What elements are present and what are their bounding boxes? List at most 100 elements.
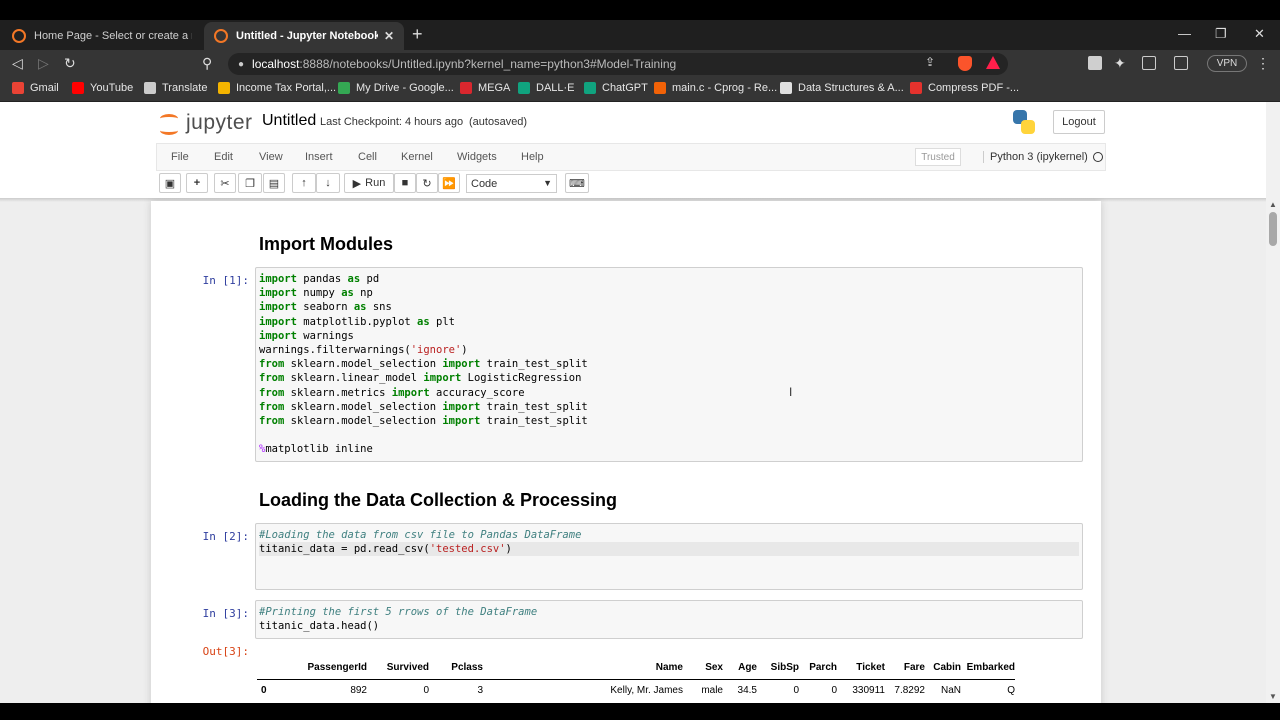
logout-button[interactable]: Logout [1053,110,1105,134]
scroll-up-icon[interactable]: ▲ [1269,200,1277,209]
table-header: Age [723,657,757,680]
jupyter-favicon-icon [214,29,228,43]
bookmark-icon[interactable]: ⚲ [202,55,212,72]
menu-insert[interactable]: Insert [305,151,333,163]
menu-file[interactable]: File [171,151,189,163]
code-cell-3[interactable]: #Printing the first 5 rrows of the DataF… [255,600,1083,639]
bookmark-item[interactable]: ChatGPT [584,82,648,94]
table-header: Ticket [837,657,885,680]
reload-icon[interactable]: ↻ [64,55,76,72]
code-line: titanic_data = pd.read_csv('tested.csv') [259,542,1079,557]
bookmark-item[interactable]: main.c - Cprog - Re... [654,82,777,94]
table-cell: 0 [423,684,429,696]
scroll-down-icon[interactable]: ▼ [1269,692,1277,701]
close-window-icon[interactable]: ✕ [1254,26,1265,42]
bookmark-item[interactable]: My Drive - Google... [338,82,454,94]
notebook-name[interactable]: Untitled [262,112,316,130]
extension-icon[interactable] [1088,56,1102,70]
run-button[interactable]: ▶ Run [344,173,394,193]
paste-button[interactable]: ▤ [263,173,285,193]
save-button[interactable]: ▣ [159,173,181,193]
bookmark-item[interactable]: Data Structures & A... [780,82,904,94]
bookmark-item[interactable]: MEGA [460,82,510,94]
tab-home-page[interactable]: Home Page - Select or create a notebo [2,22,202,50]
scrollbar-thumb[interactable] [1269,212,1277,246]
tab-untitled-notebook[interactable]: Untitled - Jupyter Notebook ✕ [204,22,404,50]
code-line: from sklearn.metrics import accuracy_sco… [259,386,525,399]
bookmark-favicon-icon [584,82,596,94]
vpn-button[interactable]: VPN [1207,55,1247,72]
menu-kernel[interactable]: Kernel [401,151,433,163]
code-line: #Printing the first 5 rrows of the DataF… [259,606,538,618]
trusted-badge[interactable]: Trusted [915,148,961,166]
table-header: Pclass [429,657,483,680]
cut-button[interactable]: ✂ [214,173,236,193]
menu-help[interactable]: Help [521,151,544,163]
extensions-puzzle-icon[interactable]: ✦ [1114,55,1126,72]
notebook-scrollbar[interactable]: ▲ ▼ [1266,198,1280,703]
menu-widgets[interactable]: Widgets [457,151,497,163]
cell-type-value: Code [471,177,498,190]
table-cell: Kelly, Mr. James [610,684,683,696]
cell-type-select[interactable]: Code ▼ [466,174,557,193]
bookmark-item[interactable]: Compress PDF -... [910,82,1019,94]
bookmark-favicon-icon [338,82,350,94]
restart-kernel-button[interactable]: ↻ [416,173,438,193]
share-icon[interactable]: ⇪ [925,55,935,69]
menu-cell[interactable]: Cell [358,151,377,163]
interrupt-kernel-button[interactable]: ■ [394,173,416,193]
jupyter-logo[interactable]: jupyter [160,111,253,135]
brave-shields-icon[interactable] [958,56,972,71]
minimize-icon[interactable]: — [1178,26,1191,41]
bookmark-label: Compress PDF -... [928,82,1020,94]
notebook-page: Import Modules In [1]: import pandas as … [151,201,1101,703]
back-icon[interactable]: ◁ [12,55,23,72]
code-cell-1[interactable]: import pandas as pd import numpy as np imp… [255,267,1083,462]
menu-edit[interactable]: Edit [214,151,233,163]
notebook-container: Import Modules In [1]: import pandas as … [0,198,1266,703]
site-info-icon[interactable]: ● [238,59,244,70]
copy-button[interactable]: ❐ [238,173,262,193]
bookmark-item[interactable]: YouTube [72,82,133,94]
heading-loading-data: Loading the Data Collection & Processing [259,490,618,510]
browser-menu-icon[interactable]: ⋮ [1256,55,1270,72]
bookmark-label: MEGA [478,82,511,94]
sidebar-icon[interactable] [1142,56,1156,70]
move-down-button[interactable]: ↓ [316,173,340,193]
kernel-name[interactable]: Python 3 (ipykernel) [983,151,1088,163]
code-line: from sklearn.linear_model import Logisti… [259,372,582,385]
url-host: localhost [252,57,300,71]
wallet-icon[interactable] [1174,56,1188,70]
tab-title: Untitled - Jupyter Notebook [236,30,378,42]
address-bar[interactable]: ● localhost :8888/notebooks/Untitled.ipy… [228,53,1008,75]
code-cell-2[interactable]: #Loading the data from csv file to Panda… [255,523,1083,590]
bookmark-favicon-icon [460,82,472,94]
last-checkpoint: Last Checkpoint: 4 hours ago [320,116,464,128]
heading-import-modules: Import Modules [259,234,393,254]
insert-cell-button[interactable]: + [186,173,208,193]
bookmark-favicon-icon [780,82,792,94]
bookmark-item[interactable]: Gmail [12,82,59,94]
bookmark-item[interactable]: Translate [144,82,207,94]
bookmark-item[interactable]: Income Tax Portal,... [218,82,336,94]
forward-icon[interactable]: ▷ [38,55,49,72]
jupyter-logo-icon [160,112,180,135]
bookmark-favicon-icon [218,82,230,94]
code-line: from sklearn.model_selection import trai… [259,414,588,427]
close-tab-icon[interactable]: ✕ [384,29,394,43]
brave-rewards-icon[interactable] [986,56,1000,69]
restart-run-all-button[interactable]: ⏩ [438,173,460,193]
move-up-button[interactable]: ↑ [292,173,316,193]
menu-view[interactable]: View [259,151,283,163]
bookmark-label: Gmail [30,82,59,94]
command-palette-button[interactable]: ⌨ [565,173,589,193]
python-logo-icon [1013,110,1035,134]
code-line: import seaborn as sns [259,301,392,314]
restore-icon[interactable]: ❐ [1215,26,1227,42]
new-tab-icon[interactable]: + [412,24,423,45]
bookmark-favicon-icon [910,82,922,94]
code-line: from sklearn.model_selection import trai… [259,358,588,371]
bookmark-label: Income Tax Portal,... [236,82,337,94]
bookmark-item[interactable]: DALL·E [518,82,575,94]
play-icon: ▶ [352,177,362,190]
